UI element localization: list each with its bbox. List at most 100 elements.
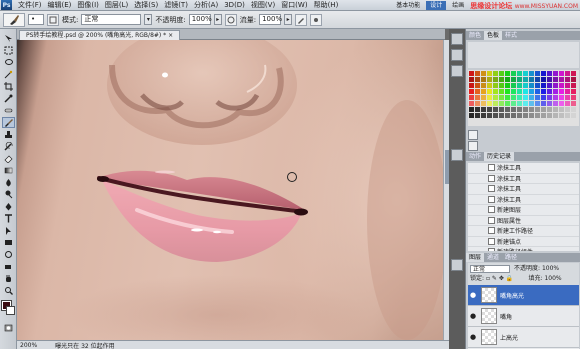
swatch-cell[interactable]	[523, 95, 528, 100]
swatch-cell[interactable]	[499, 101, 504, 106]
tab-actions[interactable]: 动作	[466, 152, 484, 161]
eye-icon[interactable]: ●	[468, 291, 478, 299]
menu-help[interactable]: 帮助(H)	[311, 0, 342, 11]
swatch-cell[interactable]	[547, 71, 552, 76]
swatch-cell[interactable]	[541, 83, 546, 88]
swatch-cell[interactable]	[487, 113, 492, 118]
swatch-cell[interactable]	[487, 71, 492, 76]
swatch-cell[interactable]	[481, 95, 486, 100]
zoom-level[interactable]: 200%	[20, 342, 37, 349]
swatch-cell[interactable]	[487, 83, 492, 88]
swatch-cell[interactable]	[535, 95, 540, 100]
swatch-cell[interactable]	[559, 89, 564, 94]
hand-tool[interactable]	[2, 273, 15, 284]
swatch-cell[interactable]	[565, 107, 570, 112]
swatch-cell[interactable]	[517, 71, 522, 76]
swatch-cell[interactable]	[553, 83, 558, 88]
swatch-cell[interactable]	[493, 71, 498, 76]
history-item[interactable]: 新建图层	[468, 205, 579, 216]
tab-paths[interactable]: 路径	[502, 253, 520, 262]
swatch-cell[interactable]	[475, 83, 480, 88]
tab-history[interactable]: 历史记录	[484, 152, 515, 161]
swatch-cell[interactable]	[511, 107, 516, 112]
swatch-cell[interactable]	[541, 71, 546, 76]
swatch-delete-icon[interactable]	[468, 141, 478, 151]
swatch-cell[interactable]	[571, 113, 576, 118]
swatch-cell[interactable]	[469, 95, 474, 100]
swatch-cell[interactable]	[571, 83, 576, 88]
swatch-new-icon[interactable]	[468, 130, 478, 140]
swatch-cell[interactable]	[541, 101, 546, 106]
swatch-cell[interactable]	[493, 77, 498, 82]
swatch-cell[interactable]	[511, 95, 516, 100]
swatch-cell[interactable]	[481, 107, 486, 112]
swatch-cell[interactable]	[517, 101, 522, 106]
menu-image[interactable]: 图像(I)	[74, 0, 102, 11]
swatch-cell[interactable]	[565, 71, 570, 76]
menu-filter[interactable]: 滤镜(T)	[161, 0, 191, 11]
menu-window[interactable]: 窗口(W)	[278, 0, 310, 11]
airbrush-toggle[interactable]	[295, 13, 308, 26]
menu-layer[interactable]: 图层(L)	[102, 0, 131, 11]
swatch-cell[interactable]	[559, 71, 564, 76]
brush-panel-toggle[interactable]	[47, 13, 59, 26]
swatch-cell[interactable]	[505, 71, 510, 76]
swatch-cell[interactable]	[499, 71, 504, 76]
swatch-cell[interactable]	[517, 77, 522, 82]
eyedropper-tool[interactable]	[2, 93, 15, 104]
swatch-cell[interactable]	[529, 83, 534, 88]
swatch-cell[interactable]	[493, 95, 498, 100]
swatch-cell[interactable]	[565, 89, 570, 94]
quick-select-tool[interactable]	[2, 69, 15, 80]
mode-dropdown-arrow[interactable]: ▾	[144, 14, 153, 25]
swatch-cell[interactable]	[529, 101, 534, 106]
swatch-cell[interactable]	[493, 101, 498, 106]
fill-field[interactable]: 100%	[544, 275, 561, 282]
swatch-cell[interactable]	[511, 71, 516, 76]
swatch-cell[interactable]	[475, 95, 480, 100]
swatch-cell[interactable]	[571, 101, 576, 106]
swatch-cell[interactable]	[487, 77, 492, 82]
menu-3d[interactable]: 3D(D)	[221, 0, 248, 11]
swatch-cell[interactable]	[535, 83, 540, 88]
swatch-cell[interactable]	[565, 83, 570, 88]
swatch-cell[interactable]	[535, 113, 540, 118]
swatch-cell[interactable]	[523, 89, 528, 94]
tab-channels[interactable]: 通道	[484, 253, 502, 262]
menu-analysis[interactable]: 分析(A)	[191, 0, 221, 11]
swatch-cell[interactable]	[499, 95, 504, 100]
menu-view[interactable]: 视图(V)	[248, 0, 278, 11]
layers-panel-icon[interactable]	[451, 259, 463, 271]
swatch-cell[interactable]	[547, 107, 552, 112]
swatch-cell[interactable]	[511, 101, 516, 106]
actions-panel-icon[interactable]	[451, 149, 463, 161]
swatch-cell[interactable]	[523, 71, 528, 76]
eye-icon[interactable]: ●	[468, 312, 478, 320]
history-item[interactable]: 图层属性	[468, 216, 579, 226]
swatch-cell[interactable]	[517, 95, 522, 100]
flow-slider-toggle[interactable]: ▸	[284, 14, 293, 25]
swatch-cell[interactable]	[529, 89, 534, 94]
tab-layers[interactable]: 图层	[466, 253, 485, 262]
swatch-cell[interactable]	[541, 107, 546, 112]
canvas[interactable]	[17, 40, 443, 340]
swatch-cell[interactable]	[523, 101, 528, 106]
gradient-tool[interactable]	[2, 165, 15, 176]
swatch-cell[interactable]	[535, 107, 540, 112]
tool-preset-picker[interactable]	[3, 12, 25, 27]
swatch-cell[interactable]	[511, 83, 516, 88]
swatch-cell[interactable]	[505, 89, 510, 94]
move-tool[interactable]	[2, 33, 15, 44]
tab-styles[interactable]: 样式	[502, 31, 520, 40]
mode-select[interactable]: 正常	[81, 14, 142, 25]
swatch-cell[interactable]	[523, 113, 528, 118]
swatch-cell[interactable]	[511, 77, 516, 82]
layer-row[interactable]: ● 上高光	[468, 327, 579, 348]
swatch-cell[interactable]	[529, 95, 534, 100]
swatch-cell[interactable]	[469, 77, 474, 82]
swatch-cell[interactable]	[523, 77, 528, 82]
swatch-cell[interactable]	[505, 95, 510, 100]
layer-opacity-field[interactable]: 100%	[542, 265, 559, 272]
swatch-cell[interactable]	[541, 89, 546, 94]
opacity-slider-toggle[interactable]: ▸	[213, 14, 222, 25]
